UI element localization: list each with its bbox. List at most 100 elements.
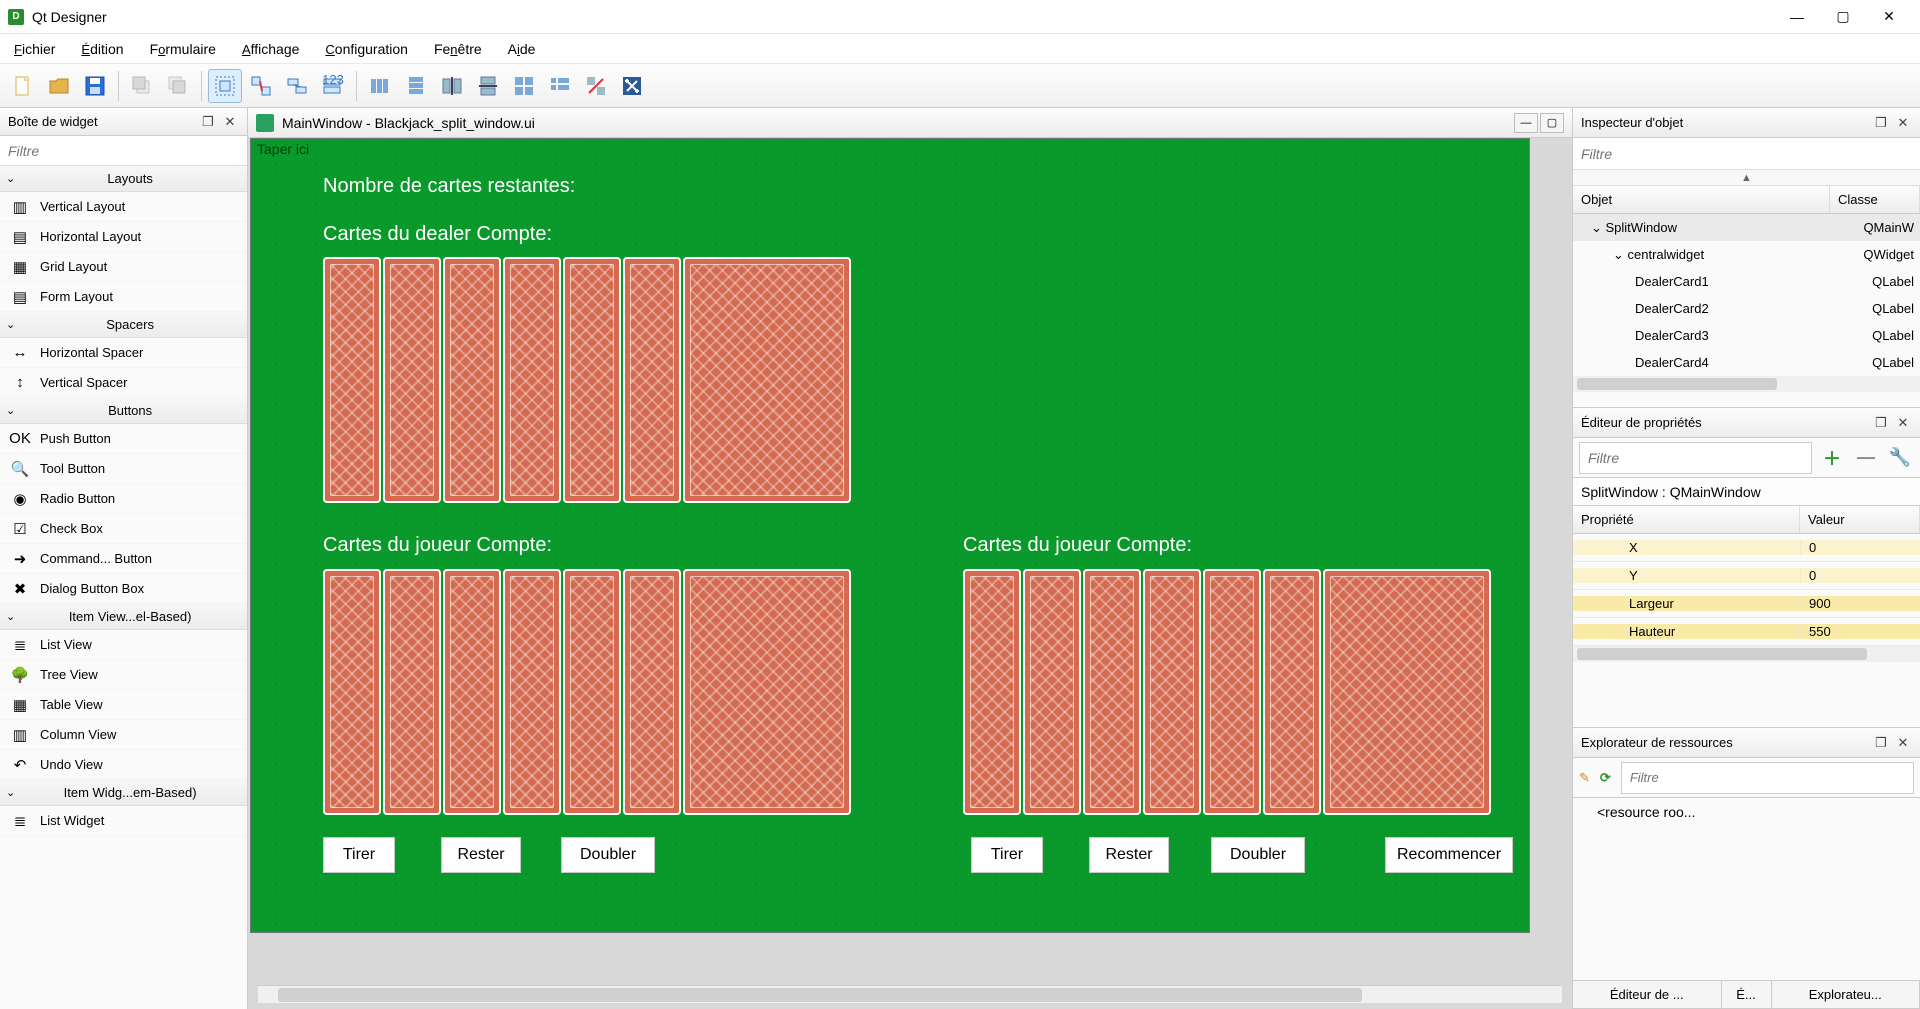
dock-float-icon[interactable]: ❐ (1872, 734, 1890, 752)
doubler2-button[interactable]: Doubler (1211, 837, 1305, 873)
layout-grid-icon[interactable] (507, 69, 541, 103)
menu-aide[interactable]: Aide (502, 37, 542, 61)
widgetbox-item[interactable]: ◉Radio Button (0, 484, 247, 514)
h-scrollbar[interactable] (258, 985, 1562, 1003)
save-icon[interactable] (78, 69, 112, 103)
menu-fenetre[interactable]: Fenêtre (428, 37, 488, 61)
open-icon[interactable] (42, 69, 76, 103)
edit-buddies-icon[interactable] (280, 69, 314, 103)
menu-fichier[interactable]: Fichier (8, 37, 61, 61)
tree-row[interactable]: ⌄ SplitWindowQMainW (1573, 214, 1920, 241)
property-row[interactable]: Y0 (1573, 562, 1920, 590)
property-hscroll[interactable] (1573, 646, 1920, 662)
widgetbox-category[interactable]: ⌄Layouts (0, 166, 247, 192)
config-property-icon[interactable]: 🔧 (1886, 444, 1914, 472)
menu-configuration[interactable]: Configuration (319, 37, 414, 61)
dock-float-icon[interactable]: ❐ (1872, 414, 1890, 432)
layout-form-icon[interactable] (543, 69, 577, 103)
rester1-button[interactable]: Rester (441, 837, 521, 873)
layout-h-icon[interactable] (363, 69, 397, 103)
tree-row[interactable]: DealerCard3QLabel (1573, 322, 1920, 349)
widgetbox-item[interactable]: ▤Form Layout (0, 282, 247, 312)
add-property-icon[interactable]: ＋ (1818, 444, 1846, 472)
card-back (683, 569, 851, 815)
widgetbox-item[interactable]: 🌳Tree View (0, 660, 247, 690)
layout-hsplit-icon[interactable] (435, 69, 469, 103)
widgetbox-item[interactable]: ▥Vertical Layout (0, 192, 247, 222)
widgetbox-item[interactable]: ✖Dialog Button Box (0, 574, 247, 604)
new-icon[interactable] (6, 69, 40, 103)
property-row[interactable]: X0 (1573, 534, 1920, 562)
widgetbox-item[interactable]: ▦Table View (0, 690, 247, 720)
recommencer-button[interactable]: Recommencer (1385, 837, 1513, 873)
widgetbox-filter-input[interactable] (0, 136, 247, 165)
tree-row[interactable]: DealerCard2QLabel (1573, 295, 1920, 322)
edit-resource-icon[interactable]: ✎ (1579, 770, 1590, 786)
form-minimize-icon[interactable]: — (1514, 113, 1538, 133)
widgetbox-item[interactable]: ▥Column View (0, 720, 247, 750)
scroll-up-icon[interactable]: ▲ (1573, 170, 1920, 186)
maximize-button[interactable]: ▢ (1820, 0, 1866, 34)
rester2-button[interactable]: Rester (1089, 837, 1169, 873)
widgetbox-item[interactable]: ↕Vertical Spacer (0, 368, 247, 398)
dock-close-icon[interactable]: ✕ (1894, 414, 1912, 432)
widgetbox-category[interactable]: ⌄Buttons (0, 398, 247, 424)
doubler1-button[interactable]: Doubler (561, 837, 655, 873)
tab-editor[interactable]: Éditeur de ... (1573, 981, 1722, 1008)
widgetbox-item[interactable]: ≣List Widget (0, 806, 247, 836)
tree-row[interactable]: DealerCard4QLabel (1573, 349, 1920, 376)
edit-widgets-icon[interactable] (208, 69, 242, 103)
layout-vsplit-icon[interactable] (471, 69, 505, 103)
layout-v-icon[interactable] (399, 69, 433, 103)
form-maximize-icon[interactable]: ▢ (1540, 113, 1564, 133)
widgetbox-item[interactable]: 🔍Tool Button (0, 454, 247, 484)
widgetbox-category[interactable]: ⌄Spacers (0, 312, 247, 338)
minimize-button[interactable]: — (1774, 0, 1820, 34)
tirer1-button[interactable]: Tirer (323, 837, 395, 873)
dealer-label: Cartes du dealer Compte: (323, 223, 552, 246)
dock-float-icon[interactable]: ❐ (1872, 114, 1890, 132)
dock-close-icon[interactable]: ✕ (1894, 734, 1912, 752)
bring-front-icon[interactable] (161, 69, 195, 103)
edit-signals-icon[interactable] (244, 69, 278, 103)
property-row[interactable]: Largeur900 (1573, 590, 1920, 618)
send-back-icon[interactable] (125, 69, 159, 103)
widgetbox-item[interactable]: ▤Horizontal Layout (0, 222, 247, 252)
form-canvas[interactable]: Taper ici Nombre de cartes restantes: Ca… (250, 138, 1530, 933)
property-row[interactable]: Hauteur550 (1573, 618, 1920, 646)
tab-e[interactable]: É... (1722, 981, 1772, 1008)
resource-filter-input[interactable] (1621, 762, 1914, 794)
dock-close-icon[interactable]: ✕ (1894, 114, 1912, 132)
menu-affichage[interactable]: Affichage (236, 37, 305, 61)
tab-explorer[interactable]: Explorateu... (1772, 981, 1920, 1008)
menu-placeholder[interactable]: Taper ici (257, 141, 309, 157)
widgetbox-item[interactable]: ➜Command... Button (0, 544, 247, 574)
tree-row[interactable]: DealerCard1QLabel (1573, 268, 1920, 295)
dock-close-icon[interactable]: ✕ (221, 113, 239, 131)
widgetbox-category[interactable]: ⌄Item Widg...em-Based) (0, 780, 247, 806)
tirer2-button[interactable]: Tirer (971, 837, 1043, 873)
inspector-hscroll[interactable] (1573, 376, 1920, 392)
resource-root[interactable]: <resource roo... (1573, 798, 1920, 980)
tree-row[interactable]: ⌄ centralwidgetQWidget (1573, 241, 1920, 268)
remove-property-icon[interactable]: — (1852, 444, 1880, 472)
widgetbox-item[interactable]: OKPush Button (0, 424, 247, 454)
widgetbox-item[interactable]: ↔Horizontal Spacer (0, 338, 247, 368)
widget-icon: ☑ (10, 519, 30, 539)
widgetbox-item[interactable]: ☑Check Box (0, 514, 247, 544)
widgetbox-item[interactable]: ≣List View (0, 630, 247, 660)
widgetbox-item[interactable]: ↶Undo View (0, 750, 247, 780)
reload-resource-icon[interactable]: ⟳ (1600, 770, 1611, 786)
edit-taborder-icon[interactable]: 123 (316, 69, 350, 103)
close-button[interactable]: ✕ (1866, 0, 1912, 34)
adjust-size-icon[interactable] (615, 69, 649, 103)
menu-formulaire[interactable]: Formulaire (144, 37, 222, 61)
inspector-filter-input[interactable] (1573, 138, 1920, 169)
menu-edition[interactable]: Édition (75, 37, 129, 61)
dock-float-icon[interactable]: ❐ (199, 113, 217, 131)
property-filter-input[interactable] (1579, 442, 1812, 474)
break-layout-icon[interactable] (579, 69, 613, 103)
widgetbox-item[interactable]: ▦Grid Layout (0, 252, 247, 282)
player1-label: Cartes du joueur Compte: (323, 534, 552, 557)
widgetbox-category[interactable]: ⌄Item View...el-Based) (0, 604, 247, 630)
